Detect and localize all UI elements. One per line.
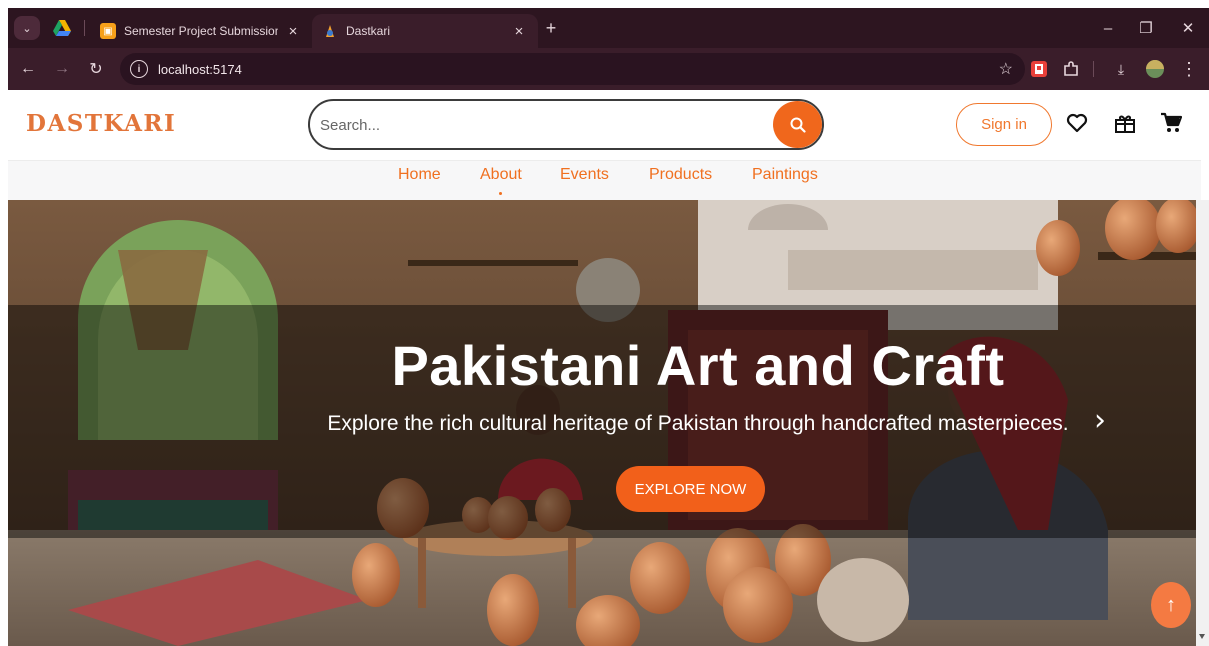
site-logo[interactable]: DASTKARI <box>26 110 176 137</box>
browser-toolbar: ← → ↻ i localhost:5174 ☆ ⤓ ⋮ <box>8 48 1209 90</box>
extension-icon[interactable] <box>1028 58 1050 80</box>
close-tab-icon[interactable]: × <box>284 22 302 40</box>
profile-avatar[interactable] <box>1144 58 1166 80</box>
slides-icon: ▣ <box>100 23 116 39</box>
scroll-to-top-button[interactable]: ↑ <box>1151 582 1191 628</box>
extensions-puzzle-icon[interactable] <box>1060 58 1082 80</box>
restore-button[interactable]: ❐ <box>1132 16 1160 40</box>
address-bar[interactable]: i localhost:5174 ☆ <box>120 53 1025 85</box>
close-tab-icon[interactable]: × <box>510 22 528 40</box>
tab-title: Dastkari <box>346 24 391 38</box>
active-nav-indicator <box>499 192 502 195</box>
tab-divider <box>84 20 85 36</box>
main-nav: Home About Events Products Paintings <box>8 160 1201 200</box>
back-button[interactable]: ← <box>16 57 40 81</box>
download-icon[interactable]: ⤓ <box>1110 58 1132 80</box>
search-input[interactable] <box>320 113 760 137</box>
chevron-right-icon[interactable]: › <box>1094 403 1106 438</box>
hero-subtitle: Explore the rich cultural heritage of Pa… <box>327 412 1069 435</box>
nav-link-about[interactable]: About <box>480 166 522 184</box>
tab-dastkari[interactable]: Dastkari × <box>312 14 538 48</box>
wishlist-button[interactable] <box>1064 110 1090 136</box>
reload-button[interactable]: ↻ <box>84 57 108 81</box>
forward-button[interactable]: → <box>50 57 74 81</box>
nav-link-paintings[interactable]: Paintings <box>752 166 818 184</box>
explore-now-button[interactable]: EXPLORE NOW <box>616 466 765 512</box>
dastkari-favicon <box>322 23 338 39</box>
nav-link-home[interactable]: Home <box>398 166 441 184</box>
sign-in-button[interactable]: Sign in <box>956 103 1052 146</box>
search-button[interactable] <box>773 101 822 148</box>
nav-link-events[interactable]: Events <box>560 166 609 184</box>
gift-icon <box>1115 115 1135 133</box>
page-scrollbar[interactable] <box>1196 200 1209 646</box>
arrow-up-icon: ↑ <box>1166 593 1176 616</box>
tab-title: Semester Project Submission (L <box>124 24 278 38</box>
window-close-button[interactable]: ✕ <box>1174 16 1202 40</box>
gift-button[interactable] <box>1112 110 1138 136</box>
browser-window: ⌄ ▣ Semester Project Submission (L × Das… <box>8 8 1209 90</box>
site-header: DASTKARI Sign in <box>8 90 1201 160</box>
hero-section: Pakistani Art and Craft Explore the rich… <box>8 200 1196 646</box>
cart-icon <box>1161 112 1182 132</box>
url-text[interactable]: localhost:5174 <box>158 62 242 77</box>
tab-strip: ⌄ ▣ Semester Project Submission (L × Das… <box>8 8 1209 48</box>
site-info-icon[interactable]: i <box>130 60 148 78</box>
google-drive-icon[interactable] <box>52 18 72 38</box>
nav-link-products[interactable]: Products <box>649 166 712 184</box>
search-icon <box>790 117 806 133</box>
cart-button[interactable] <box>1158 110 1184 136</box>
more-menu-icon[interactable]: ⋮ <box>1178 58 1200 80</box>
new-tab-button[interactable]: + <box>540 17 562 39</box>
toolbar-separator <box>1093 61 1094 77</box>
hero-title: Pakistani Art and Craft <box>391 334 1005 397</box>
minimize-button[interactable]: – <box>1094 16 1122 40</box>
tab-semester-project[interactable]: ▣ Semester Project Submission (L × <box>90 14 312 48</box>
heart-icon <box>1066 113 1088 133</box>
tab-search-button[interactable]: ⌄ <box>14 16 40 40</box>
search-bar <box>308 99 824 150</box>
bookmark-star-icon[interactable]: ☆ <box>999 59 1013 79</box>
scrollbar-down-arrow[interactable] <box>1199 634 1205 639</box>
